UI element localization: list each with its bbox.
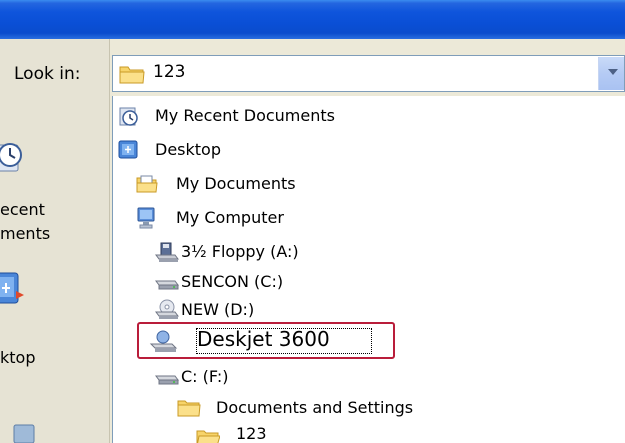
tree-item-label: SENCON (C:) xyxy=(181,272,284,291)
chevron-down-icon xyxy=(608,69,618,75)
folder-icon xyxy=(119,63,145,89)
places-desktop[interactable]: ktop xyxy=(0,265,110,375)
tree-item-123[interactable]: 123 xyxy=(196,423,396,443)
my-documents-icon xyxy=(136,173,158,195)
tree-item-floppy-a[interactable]: 3½ Floppy (A:) xyxy=(155,237,375,271)
tree-item-label: 123 xyxy=(236,424,267,443)
places-desktop-label: ktop xyxy=(0,348,36,367)
places-network[interactable] xyxy=(0,411,110,443)
tree-item-documents-and-settings[interactable]: Documents and Settings xyxy=(177,393,477,427)
tree-item-label: Documents and Settings xyxy=(216,398,414,417)
tree-item-label: My Computer xyxy=(176,208,284,227)
tree-item-c-f[interactable]: C: (F:) xyxy=(155,362,375,396)
hard-drive-icon xyxy=(155,271,179,293)
printer-drive-icon xyxy=(148,328,178,354)
places-recent-label-line1: ecent xyxy=(0,200,45,219)
look-in-dropdown-button[interactable] xyxy=(598,57,624,90)
recent-documents-icon xyxy=(0,135,28,177)
tree-item-my-documents[interactable]: My Documents xyxy=(136,169,356,203)
cd-drive-icon xyxy=(155,299,179,321)
look-in-dropdown[interactable]: 123 xyxy=(112,55,625,92)
tree-item-my-computer[interactable]: My Computer xyxy=(136,203,356,237)
tree-item-label: NEW (D:) xyxy=(181,300,255,319)
folder-open-icon xyxy=(196,427,221,443)
tree-item-label: My Recent Documents xyxy=(155,106,335,125)
places-recent-label-line2: ments xyxy=(0,224,51,243)
desktop-icon xyxy=(118,139,140,161)
folder-icon xyxy=(177,397,201,419)
network-icon xyxy=(10,421,40,443)
tree-item-label: 3½ Floppy (A:) xyxy=(181,242,299,261)
title-bar xyxy=(0,0,625,39)
tree-item-deskjet-3600[interactable]: Deskjet 3600 xyxy=(148,326,388,360)
places-recent-documents[interactable]: ecent ments xyxy=(0,135,110,245)
tree-item-label: My Documents xyxy=(176,174,296,193)
tree-item-label: Desktop xyxy=(155,140,221,159)
look-in-label: Look in: xyxy=(14,64,81,84)
desktop-icon xyxy=(0,271,26,315)
my-computer-icon xyxy=(136,207,158,229)
places-bar: ecent ments ktop xyxy=(0,39,110,443)
tree-item-label: C: (F:) xyxy=(181,367,229,386)
look-in-value: 123 xyxy=(153,62,186,82)
floppy-drive-icon xyxy=(155,241,179,263)
tree-item-label: Deskjet 3600 xyxy=(197,327,330,351)
hard-drive-icon xyxy=(155,366,179,388)
tree-item-desktop[interactable]: Desktop xyxy=(118,135,318,169)
recent-documents-icon xyxy=(118,105,140,127)
tree-item-my-recent-documents[interactable]: My Recent Documents xyxy=(118,101,418,135)
